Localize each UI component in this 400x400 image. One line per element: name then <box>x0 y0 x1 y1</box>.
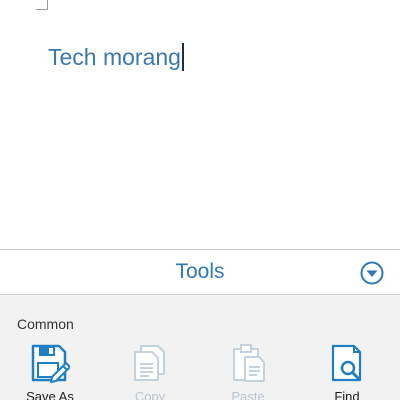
copy-icon <box>134 345 165 381</box>
find-button[interactable]: Find <box>307 343 387 400</box>
app-screen: Tech morang Tools Common Save As Copy Pa… <box>0 0 400 400</box>
page-margin-mark <box>36 0 48 10</box>
tools-header: Tools <box>0 249 400 295</box>
copy-button[interactable]: Copy <box>110 343 190 400</box>
document-area[interactable]: Tech morang <box>0 0 400 249</box>
text-cursor <box>181 42 184 71</box>
save-as-label: Save As <box>26 389 74 400</box>
chevron-down-circle-icon <box>360 261 384 285</box>
save-as-icon <box>31 344 70 383</box>
find-icon <box>331 344 362 382</box>
paste-button[interactable]: Paste <box>208 343 288 400</box>
section-label-common: Common <box>17 316 74 332</box>
save-as-button[interactable]: Save As <box>10 343 90 400</box>
document-text[interactable]: Tech morang <box>48 44 181 70</box>
copy-label: Copy <box>134 389 166 400</box>
paste-icon <box>233 344 265 382</box>
paste-label: Paste <box>231 389 265 400</box>
tools-title: Tools <box>175 260 225 283</box>
tools-panel: Common Save As Copy Paste Find <box>0 295 400 400</box>
document-body[interactable]: Tech morang <box>48 42 184 72</box>
collapse-tools-button[interactable] <box>360 261 384 285</box>
find-label: Find <box>334 389 360 400</box>
